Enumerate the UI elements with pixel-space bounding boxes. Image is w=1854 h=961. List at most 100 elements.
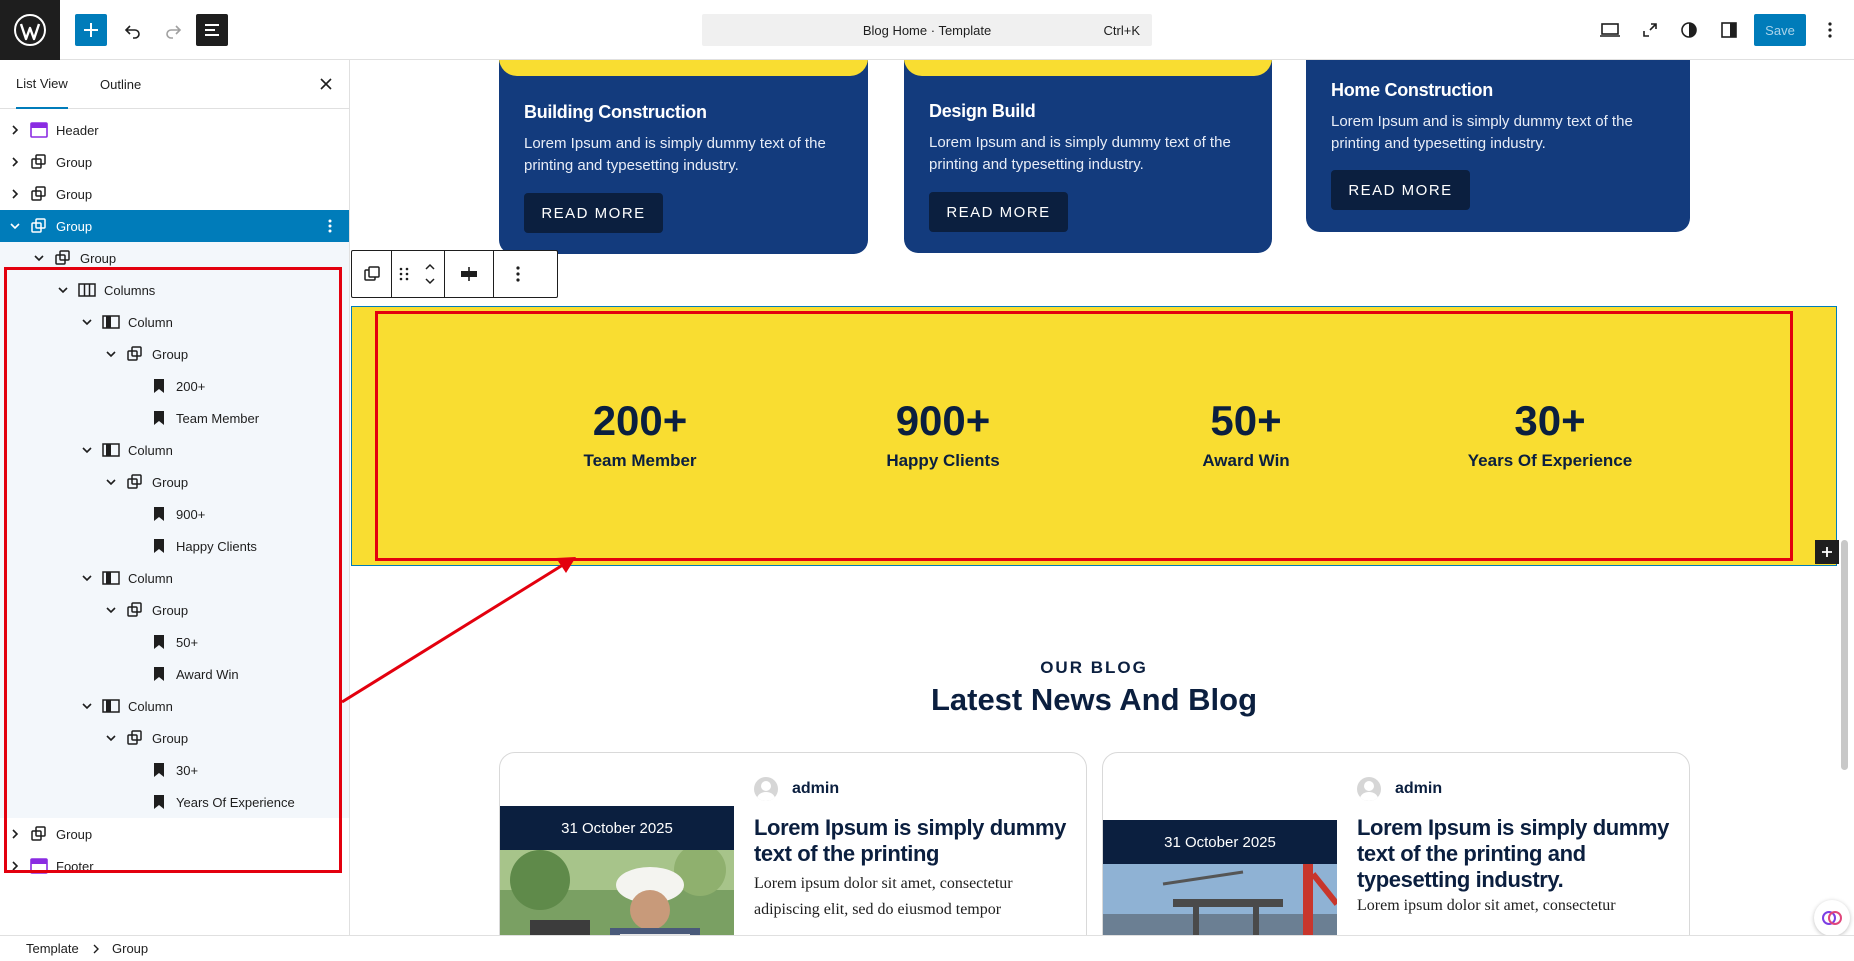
device-preview-button[interactable] xyxy=(1594,14,1626,46)
list-view-row-group[interactable]: Group xyxy=(0,210,349,242)
list-view-row-footer[interactable]: Footer xyxy=(0,850,349,882)
chevron-down-icon[interactable] xyxy=(56,283,70,297)
tab-outline[interactable]: Outline xyxy=(100,60,141,109)
stat-item[interactable]: 30+ Years Of Experience xyxy=(1440,397,1660,471)
post-title[interactable]: Lorem Ipsum is simply dummy text of the … xyxy=(1357,815,1677,893)
chevron-down-icon[interactable] xyxy=(104,731,118,745)
list-view-row-label: Group xyxy=(152,474,189,490)
columns-icon xyxy=(78,281,96,299)
chevron-down-icon[interactable] xyxy=(80,315,94,329)
chevron-down-icon[interactable] xyxy=(8,219,22,233)
chevron-right-icon[interactable] xyxy=(8,155,22,169)
chevron-right-icon[interactable] xyxy=(8,859,22,873)
chevron-right-icon[interactable] xyxy=(8,123,22,137)
breadcrumb-group[interactable]: Group xyxy=(112,941,148,956)
list-view-row-columns[interactable]: Columns xyxy=(0,274,349,306)
row-options-button[interactable] xyxy=(320,216,340,236)
list-view-row-header[interactable]: Header xyxy=(0,114,349,146)
list-view-row-label: Columns xyxy=(104,282,156,298)
chevron-down-icon[interactable] xyxy=(32,251,46,265)
undo-button[interactable] xyxy=(117,14,149,46)
block-options-button[interactable] xyxy=(494,251,542,297)
chevron-down-icon[interactable] xyxy=(80,571,94,585)
list-view-row-group[interactable]: Group xyxy=(0,146,349,178)
tab-list-view[interactable]: List View xyxy=(16,60,68,109)
list-view-row-group[interactable]: Group xyxy=(0,178,349,210)
stat-item[interactable]: 50+ Award Win xyxy=(1136,397,1356,471)
list-view-row-team-member[interactable]: Team Member xyxy=(0,402,349,434)
canvas-scrollbar[interactable] xyxy=(1841,540,1848,770)
list-view-row-label: Award Win xyxy=(176,666,239,682)
chevron-down-icon[interactable] xyxy=(104,347,118,361)
drag-handle[interactable] xyxy=(392,251,444,297)
document-overview-button[interactable] xyxy=(196,14,228,46)
list-view-row-column[interactable]: Column xyxy=(0,434,349,466)
add-block-button[interactable] xyxy=(75,14,107,46)
assistant-floating-button[interactable] xyxy=(1814,900,1850,936)
post-title[interactable]: Lorem Ipsum is simply dummy text of the … xyxy=(754,815,1074,867)
chevron-down-icon[interactable] xyxy=(80,699,94,713)
add-block-inserter-button[interactable] xyxy=(1815,540,1839,564)
post-excerpt: Lorem ipsum dolor sit amet, consectetur … xyxy=(754,875,1013,918)
list-view-row-label: Header xyxy=(56,122,99,138)
sidebar-tabs: List View Outline xyxy=(0,60,349,109)
command-palette-button[interactable]: Blog Home · Template Ctrl+K xyxy=(702,14,1152,46)
justification-button[interactable] xyxy=(445,251,494,297)
list-view-row-200-[interactable]: 200+ xyxy=(0,370,349,402)
stat-number: 30+ xyxy=(1514,397,1586,444)
wordpress-logo-button[interactable] xyxy=(0,0,60,60)
group-icon xyxy=(30,185,48,203)
chevron-down-icon[interactable] xyxy=(80,443,94,457)
author-name: admin xyxy=(792,780,840,797)
read-more-button[interactable]: READ MORE xyxy=(524,193,663,233)
more-vertical-icon xyxy=(516,266,520,282)
service-card[interactable]: Building Construction Lorem Ipsum and is… xyxy=(499,60,868,254)
redo-button[interactable] xyxy=(157,14,189,46)
post-card[interactable]: admin 31 October 2025 Lorem Ipsum is sim… xyxy=(1102,752,1690,935)
chevron-down-icon[interactable] xyxy=(104,603,118,617)
service-description: Lorem Ipsum and is simply dummy text of … xyxy=(1331,113,1633,152)
list-view-row-label: 30+ xyxy=(176,762,199,778)
stats-section[interactable]: 200+ Team Member 900+ Happy Clients 50+ … xyxy=(351,306,1839,566)
list-view-row-happy-clients[interactable]: Happy Clients xyxy=(0,530,349,562)
chevron-right-icon[interactable] xyxy=(8,827,22,841)
list-view-row-group[interactable]: Group xyxy=(0,722,349,754)
stat-item[interactable]: 200+ Team Member xyxy=(530,397,750,471)
list-view-row-group[interactable]: Group xyxy=(0,594,349,626)
list-view-row-group[interactable]: Group xyxy=(0,818,349,850)
list-view-row-years-of-experience[interactable]: Years Of Experience xyxy=(0,786,349,818)
list-view-row-group[interactable]: Group xyxy=(0,338,349,370)
post-image[interactable] xyxy=(1103,864,1340,935)
post-image[interactable] xyxy=(500,844,734,935)
list-view-row-column[interactable]: Column xyxy=(0,562,349,594)
save-button[interactable]: Save xyxy=(1754,14,1806,46)
list-view-row-label: Column xyxy=(128,698,173,714)
list-view-row-30-[interactable]: 30+ xyxy=(0,754,349,786)
stat-item[interactable]: 900+ Happy Clients xyxy=(833,397,1053,471)
list-view-row-label: 900+ xyxy=(176,506,206,522)
styles-button[interactable] xyxy=(1673,14,1705,46)
move-up-down-icon[interactable] xyxy=(423,262,437,286)
chevron-right-icon[interactable] xyxy=(8,187,22,201)
close-sidebar-button[interactable] xyxy=(316,74,336,94)
settings-sidebar-button[interactable] xyxy=(1713,14,1745,46)
list-view-row-group[interactable]: Group xyxy=(0,242,349,274)
list-view-row-award-win[interactable]: Award Win xyxy=(0,658,349,690)
post-card[interactable]: admin 31 October 2025 Lorem Ipsum is sim… xyxy=(499,752,1087,935)
chevron-down-icon[interactable] xyxy=(104,475,118,489)
fullscreen-button[interactable] xyxy=(1634,14,1666,46)
list-view-row-column[interactable]: Column xyxy=(0,306,349,338)
list-view-row-group[interactable]: Group xyxy=(0,466,349,498)
shortcut-hint: Ctrl+K xyxy=(1103,23,1140,38)
service-card[interactable]: Design Build Lorem Ipsum and is simply d… xyxy=(904,60,1272,253)
list-view-row-column[interactable]: Column xyxy=(0,690,349,722)
read-more-button[interactable]: READ MORE xyxy=(1331,170,1470,210)
options-menu-button[interactable] xyxy=(1814,14,1846,46)
more-vertical-icon xyxy=(328,219,332,233)
list-view-row-900-[interactable]: 900+ xyxy=(0,498,349,530)
block-type-button[interactable] xyxy=(352,251,392,297)
read-more-button[interactable]: READ MORE xyxy=(929,192,1068,232)
breadcrumb-template[interactable]: Template xyxy=(26,941,79,956)
service-card[interactable]: Home Construction Lorem Ipsum and is sim… xyxy=(1306,60,1690,232)
list-view-row-50-[interactable]: 50+ xyxy=(0,626,349,658)
